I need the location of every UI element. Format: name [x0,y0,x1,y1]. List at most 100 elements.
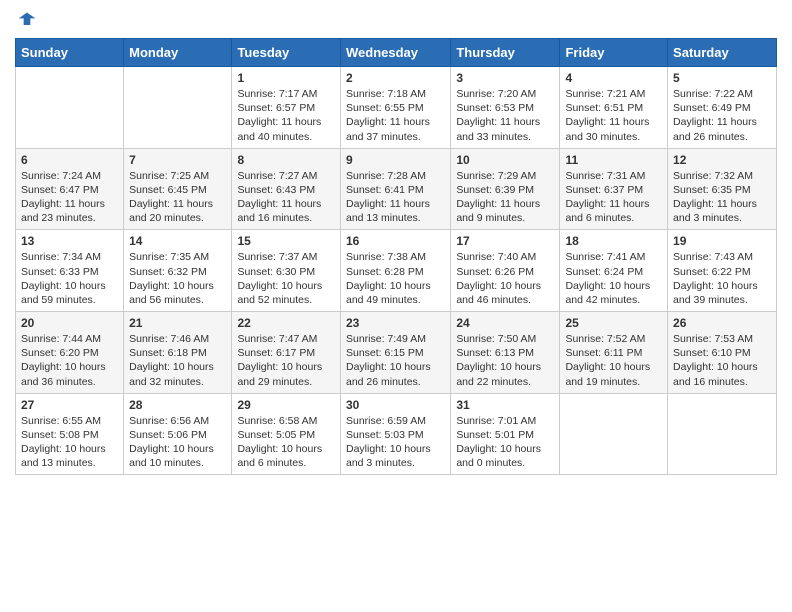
day-number: 26 [673,316,771,330]
calendar-cell: 25 Sunrise: 7:52 AMSunset: 6:11 PMDayligh… [560,312,668,394]
day-info: Sunrise: 6:55 AMSunset: 5:08 PMDaylight:… [21,414,118,471]
day-info: Sunrise: 6:56 AMSunset: 5:06 PMDaylight:… [129,414,226,471]
page: SundayMondayTuesdayWednesdayThursdayFrid… [0,0,792,612]
day-number: 11 [565,153,662,167]
column-header-monday: Monday [124,39,232,67]
calendar-cell: 13 Sunrise: 7:34 AMSunset: 6:33 PMDayligh… [16,230,124,312]
day-info: Sunrise: 7:43 AMSunset: 6:22 PMDaylight:… [673,250,771,307]
calendar-cell: 1 Sunrise: 7:17 AMSunset: 6:57 PMDaylight… [232,67,341,149]
calendar-cell: 9Sunrise: 7:28 AMSunset: 6:41 PMDaylight… [340,148,450,230]
day-info: Sunrise: 7:52 AMSunset: 6:11 PMDaylight:… [565,332,662,389]
day-number: 24 [456,316,554,330]
day-info: Sunrise: 7:53 AMSunset: 6:10 PMDaylight:… [673,332,771,389]
day-number: 15 [237,234,335,248]
calendar-cell [16,67,124,149]
day-info: Sunrise: 7:34 AMSunset: 6:33 PMDaylight:… [21,250,118,307]
calendar-cell: 10 Sunrise: 7:29 AMSunset: 6:39 PMDayligh… [451,148,560,230]
calendar-week-row: 1 Sunrise: 7:17 AMSunset: 6:57 PMDaylight… [16,67,777,149]
day-info: Sunrise: 7:21 AMSunset: 6:51 PMDaylight:… [565,87,662,144]
day-info: Sunrise: 7:38 AMSunset: 6:28 PMDaylight:… [346,250,445,307]
calendar-cell: 28Sunrise: 6:56 AMSunset: 5:06 PMDayligh… [124,393,232,475]
calendar-week-row: 27 Sunrise: 6:55 AMSunset: 5:08 PMDayligh… [16,393,777,475]
calendar-cell [124,67,232,149]
day-number: 17 [456,234,554,248]
calendar-cell: 11 Sunrise: 7:31 AMSunset: 6:37 PMDayligh… [560,148,668,230]
day-info: Sunrise: 7:22 AMSunset: 6:49 PMDaylight:… [673,87,771,144]
day-number: 9 [346,153,445,167]
day-info: Sunrise: 7:47 AMSunset: 6:17 PMDaylight:… [237,332,335,389]
day-number: 23 [346,316,445,330]
day-info: Sunrise: 6:58 AMSunset: 5:05 PMDaylight:… [237,414,335,471]
day-number: 25 [565,316,662,330]
calendar-cell: 19 Sunrise: 7:43 AMSunset: 6:22 PMDayligh… [668,230,777,312]
calendar-cell: 29 Sunrise: 6:58 AMSunset: 5:05 PMDayligh… [232,393,341,475]
calendar-cell: 3 Sunrise: 7:20 AMSunset: 6:53 PMDaylight… [451,67,560,149]
calendar-week-row: 20Sunrise: 7:44 AMSunset: 6:20 PMDayligh… [16,312,777,394]
day-number: 30 [346,398,445,412]
calendar-header-row: SundayMondayTuesdayWednesdayThursdayFrid… [16,39,777,67]
calendar-cell: 5 Sunrise: 7:22 AMSunset: 6:49 PMDaylight… [668,67,777,149]
calendar-cell: 26 Sunrise: 7:53 AMSunset: 6:10 PMDayligh… [668,312,777,394]
day-info: Sunrise: 7:49 AMSunset: 6:15 PMDaylight:… [346,332,445,389]
day-number: 3 [456,71,554,85]
calendar-cell: 24Sunrise: 7:50 AMSunset: 6:13 PMDayligh… [451,312,560,394]
calendar-cell: 8 Sunrise: 7:27 AMSunset: 6:43 PMDaylight… [232,148,341,230]
calendar-cell: 12Sunrise: 7:32 AMSunset: 6:35 PMDayligh… [668,148,777,230]
calendar-week-row: 6 Sunrise: 7:24 AMSunset: 6:47 PMDaylight… [16,148,777,230]
day-number: 19 [673,234,771,248]
calendar-cell: 23 Sunrise: 7:49 AMSunset: 6:15 PMDayligh… [340,312,450,394]
calendar-cell: 20Sunrise: 7:44 AMSunset: 6:20 PMDayligh… [16,312,124,394]
day-info: Sunrise: 7:41 AMSunset: 6:24 PMDaylight:… [565,250,662,307]
header [15,10,777,30]
day-number: 31 [456,398,554,412]
logo-bird-icon [17,10,37,30]
day-info: Sunrise: 7:18 AMSunset: 6:55 PMDaylight:… [346,87,445,144]
day-number: 21 [129,316,226,330]
column-header-tuesday: Tuesday [232,39,341,67]
calendar-cell: 22 Sunrise: 7:47 AMSunset: 6:17 PMDayligh… [232,312,341,394]
calendar-cell: 4Sunrise: 7:21 AMSunset: 6:51 PMDaylight… [560,67,668,149]
calendar-cell: 30 Sunrise: 6:59 AMSunset: 5:03 PMDayligh… [340,393,450,475]
day-number: 7 [129,153,226,167]
day-number: 10 [456,153,554,167]
calendar-cell [668,393,777,475]
logo [15,10,37,30]
column-header-thursday: Thursday [451,39,560,67]
calendar-table: SundayMondayTuesdayWednesdayThursdayFrid… [15,38,777,475]
calendar-cell: 6 Sunrise: 7:24 AMSunset: 6:47 PMDaylight… [16,148,124,230]
day-number: 14 [129,234,226,248]
day-number: 6 [21,153,118,167]
day-number: 2 [346,71,445,85]
day-info: Sunrise: 7:20 AMSunset: 6:53 PMDaylight:… [456,87,554,144]
calendar-cell: 21 Sunrise: 7:46 AMSunset: 6:18 PMDayligh… [124,312,232,394]
day-number: 13 [21,234,118,248]
day-info: Sunrise: 6:59 AMSunset: 5:03 PMDaylight:… [346,414,445,471]
day-number: 1 [237,71,335,85]
day-number: 29 [237,398,335,412]
day-info: Sunrise: 7:24 AMSunset: 6:47 PMDaylight:… [21,169,118,226]
day-number: 27 [21,398,118,412]
calendar-cell: 27 Sunrise: 6:55 AMSunset: 5:08 PMDayligh… [16,393,124,475]
day-info: Sunrise: 7:32 AMSunset: 6:35 PMDaylight:… [673,169,771,226]
calendar-cell: 16Sunrise: 7:38 AMSunset: 6:28 PMDayligh… [340,230,450,312]
day-info: Sunrise: 7:17 AMSunset: 6:57 PMDaylight:… [237,87,335,144]
day-info: Sunrise: 7:46 AMSunset: 6:18 PMDaylight:… [129,332,226,389]
calendar-cell: 18Sunrise: 7:41 AMSunset: 6:24 PMDayligh… [560,230,668,312]
day-info: Sunrise: 7:27 AMSunset: 6:43 PMDaylight:… [237,169,335,226]
day-info: Sunrise: 7:31 AMSunset: 6:37 PMDaylight:… [565,169,662,226]
day-info: Sunrise: 7:01 AMSunset: 5:01 PMDaylight:… [456,414,554,471]
day-number: 22 [237,316,335,330]
day-info: Sunrise: 7:25 AMSunset: 6:45 PMDaylight:… [129,169,226,226]
logo-text [15,10,37,30]
column-header-friday: Friday [560,39,668,67]
calendar-cell: 31 Sunrise: 7:01 AMSunset: 5:01 PMDayligh… [451,393,560,475]
day-info: Sunrise: 7:37 AMSunset: 6:30 PMDaylight:… [237,250,335,307]
day-number: 8 [237,153,335,167]
day-number: 5 [673,71,771,85]
column-header-sunday: Sunday [16,39,124,67]
day-info: Sunrise: 7:29 AMSunset: 6:39 PMDaylight:… [456,169,554,226]
calendar-cell [560,393,668,475]
calendar-cell: 2 Sunrise: 7:18 AMSunset: 6:55 PMDaylight… [340,67,450,149]
calendar-week-row: 13 Sunrise: 7:34 AMSunset: 6:33 PMDayligh… [16,230,777,312]
column-header-saturday: Saturday [668,39,777,67]
